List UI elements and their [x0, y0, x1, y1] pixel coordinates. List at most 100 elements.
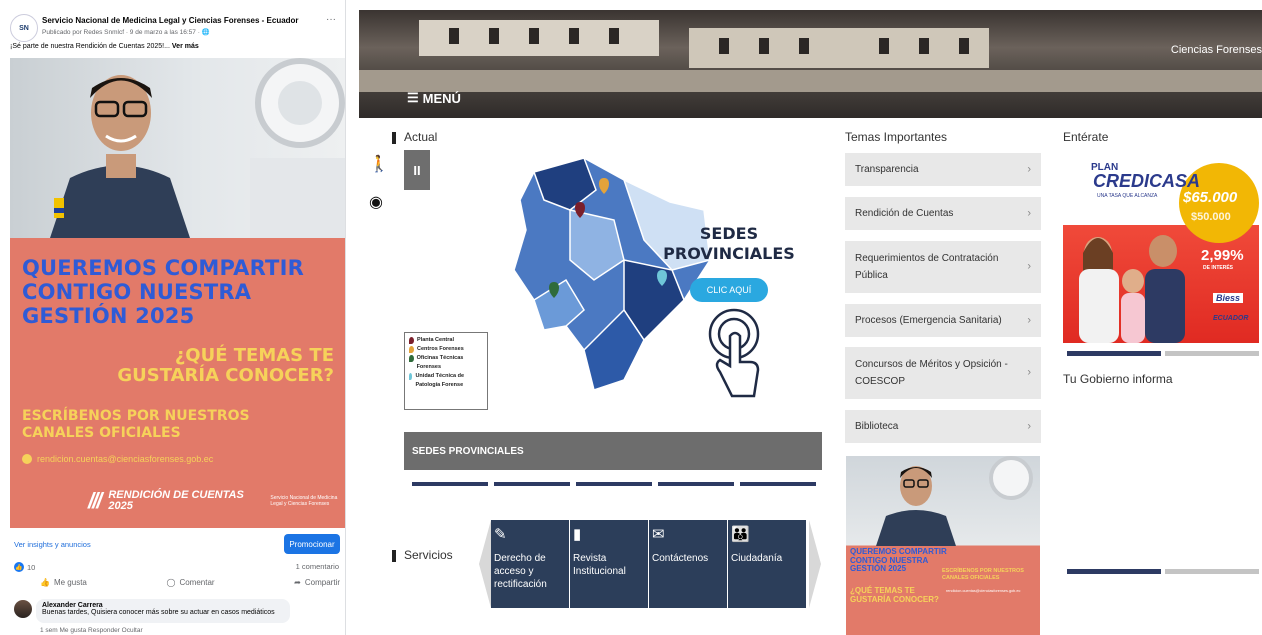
chevron-right-icon: › — [1027, 420, 1031, 432]
sedes-title: SEDES PROVINCIALES — [663, 224, 795, 263]
share-button[interactable]: ➦ Compartir — [294, 578, 340, 587]
globe-icon: 🌐 — [201, 29, 210, 36]
legend-item: Planta Central — [409, 336, 483, 345]
legend-item: Oficinas Técnicas Forenses — [409, 354, 483, 372]
mail-icon: ✉ — [652, 526, 665, 543]
person-photo-illustration — [50, 58, 345, 238]
pin-icon — [409, 337, 414, 344]
graphic-email: rendicion.cuentas@cienciasforenses.gob.e… — [22, 454, 213, 464]
enterate-title: Entérate — [1063, 130, 1109, 144]
banner-indicator-active[interactable] — [1067, 351, 1161, 356]
chevron-right-icon: › — [1027, 207, 1031, 219]
post-meta: Publicado por Redes Snmlcf · 9 de marzo … — [42, 29, 210, 36]
page-avatar[interactable]: SN — [10, 14, 38, 42]
post-caption: ¡Sé parte de nuestra Rendición de Cuenta… — [10, 43, 199, 50]
person-photo-illustration — [876, 456, 1033, 546]
comment-button[interactable]: ◯ Comentar — [166, 578, 214, 587]
pin-icon — [409, 346, 414, 353]
menu-button[interactable]: ☰ MENÚ — [407, 90, 461, 106]
services-next-arrow[interactable] — [809, 520, 821, 608]
section-actual-title: Actual — [391, 130, 438, 144]
service-tile-derecho[interactable]: ✎ Derecho de acceso y rectificación — [491, 520, 569, 608]
carousel-dot[interactable] — [740, 482, 816, 486]
tema-procesos[interactable]: Procesos (Emergencia Sanitaria) › — [845, 304, 1041, 337]
comment-text: Buenas tardes, Quisiera conocer más sobr… — [42, 609, 275, 616]
header-banner: Ciencias Forenses ☰ MENÚ — [359, 10, 1262, 118]
banner-indicator[interactable] — [1165, 351, 1259, 356]
email-icon — [22, 454, 32, 464]
rendicion-promo-banner[interactable]: QUEREMOS COMPARTIR CONTIGO NUESTRA GESTI… — [846, 456, 1040, 635]
temas-title: Temas Importantes — [845, 130, 948, 144]
site-brand[interactable]: Ciencias Forenses — [1171, 44, 1262, 56]
graphic-headline: QUEREMOS COMPARTIR CONTIGO NUESTRA GESTI… — [22, 256, 304, 328]
page-name[interactable]: Servicio Nacional de Medicina Legal y Ci… — [42, 16, 299, 25]
share-arrow-icon: ➦ — [294, 578, 301, 587]
credicasa-banner[interactable]: PLAN CREDICASA UNA TASA QUE ALCANZA $65.… — [1063, 153, 1259, 343]
tema-contratacion[interactable]: Requerimientos de Contratación Pública › — [845, 241, 1041, 293]
building-illustration — [359, 70, 1262, 92]
map-legend: Planta Central Centros Forenses Oficinas… — [404, 332, 488, 410]
tema-transparencia[interactable]: Transparencia › — [845, 153, 1041, 186]
ecuador-map — [513, 157, 711, 391]
hamburger-icon: ☰ — [407, 90, 419, 105]
services-prev-arrow[interactable] — [479, 520, 491, 608]
accessibility-icon[interactable]: 🚶 — [369, 154, 389, 174]
pin-icon — [409, 373, 413, 380]
sedes-map-slide[interactable]: II SEDES PROVINCIALES CLIC AQUÍ Planta C… — [404, 150, 824, 420]
post-actions: 👍 Me gusta ◯ Comentar ➦ Compartir — [40, 578, 340, 587]
people-icon: 👪 — [731, 526, 750, 543]
chevron-right-icon: › — [1027, 260, 1031, 273]
tema-concursos[interactable]: Concursos de Méritos y Opsición - COESCO… — [845, 347, 1041, 399]
contrast-eye-icon[interactable]: ◉ — [369, 192, 383, 212]
pin-icon — [409, 355, 414, 362]
reactions-count[interactable]: 👍 10 — [14, 562, 35, 572]
section-servicios-title: Servicios — [392, 548, 453, 562]
book-icon: ▮ — [573, 526, 582, 543]
graphic-write-us: ESCRÍBENOS POR NUESTROS CANALES OFICIALE… — [22, 408, 250, 441]
tema-biblioteca[interactable]: Biblioteca › — [845, 410, 1041, 443]
rendicion-logo: /// RENDICIÓN DE CUENTAS 2025 Servicio N… — [88, 488, 338, 513]
more-options-icon[interactable]: ··· — [326, 14, 336, 25]
tema-rendicion[interactable]: Rendición de Cuentas › — [845, 197, 1041, 230]
carousel-dot[interactable] — [576, 482, 652, 486]
post-header: SN Servicio Nacional de Medicina Legal y… — [10, 14, 340, 58]
commenter-avatar[interactable] — [14, 600, 32, 618]
comments-count[interactable]: 1 comentario — [296, 562, 339, 571]
comment-actions[interactable]: 1 sem Me gusta Responder Ocultar — [40, 627, 143, 634]
service-tile-contactenos[interactable]: ✉ Contáctenos — [649, 520, 727, 608]
carousel-dot[interactable] — [412, 482, 488, 486]
chevron-right-icon: › — [1027, 366, 1031, 379]
pause-icon[interactable]: II — [404, 150, 430, 190]
edit-icon: ✎ — [494, 526, 507, 543]
like-reaction-icon: 👍 — [14, 562, 24, 572]
gobierno-title: Tu Gobierno informa — [1063, 372, 1173, 386]
legend-item: Centros Forenses — [409, 345, 483, 354]
graphic-question: ¿QUÉ TEMAS TE GUSTARÍA CONOCER? — [117, 345, 334, 386]
service-tile-revista[interactable]: ▮ Revista Institucional — [570, 520, 648, 608]
gobierno-indicator[interactable] — [1165, 569, 1259, 574]
carousel-dot[interactable] — [658, 482, 734, 486]
insights-link[interactable]: Ver insights y anuncios — [14, 540, 91, 549]
comment-author[interactable]: Alexander Carrera — [42, 602, 284, 609]
service-tile-ciudadania[interactable]: 👪 Ciudadanía — [728, 520, 806, 608]
building-illustration — [689, 28, 989, 68]
gobierno-indicator-active[interactable] — [1067, 569, 1161, 574]
speech-bubble-icon: ◯ — [166, 578, 176, 587]
like-button[interactable]: 👍 Me gusta — [40, 578, 87, 587]
facebook-post: SN Servicio Nacional de Medicina Legal y… — [0, 0, 346, 635]
legend-item: Unidad Técnica de Patología Forense — [409, 372, 483, 390]
post-graphic: QUEREMOS COMPARTIR CONTIGO NUESTRA GESTI… — [10, 238, 345, 528]
post-photo[interactable] — [10, 58, 345, 238]
thumbs-up-icon: 👍 — [40, 578, 50, 587]
comment-bubble: Alexander Carrera Buenas tardes, Quisier… — [36, 599, 290, 623]
see-more-link[interactable]: Ver más — [172, 43, 199, 50]
promote-button[interactable]: Promocionar — [284, 534, 340, 554]
sedes-provinciales-bar[interactable]: SEDES PROVINCIALES — [404, 432, 822, 470]
carousel-dot[interactable] — [494, 482, 570, 486]
chevron-right-icon: › — [1027, 314, 1031, 326]
family-illustration — [1079, 235, 1185, 343]
carousel-indicators — [412, 482, 816, 486]
clic-aqui-button[interactable]: CLIC AQUÍ — [690, 278, 768, 302]
chevron-right-icon: › — [1027, 163, 1031, 175]
forenses-website: Ciencias Forenses ☰ MENÚ Actual 🚶 ◉ II SE… — [359, 0, 1262, 635]
